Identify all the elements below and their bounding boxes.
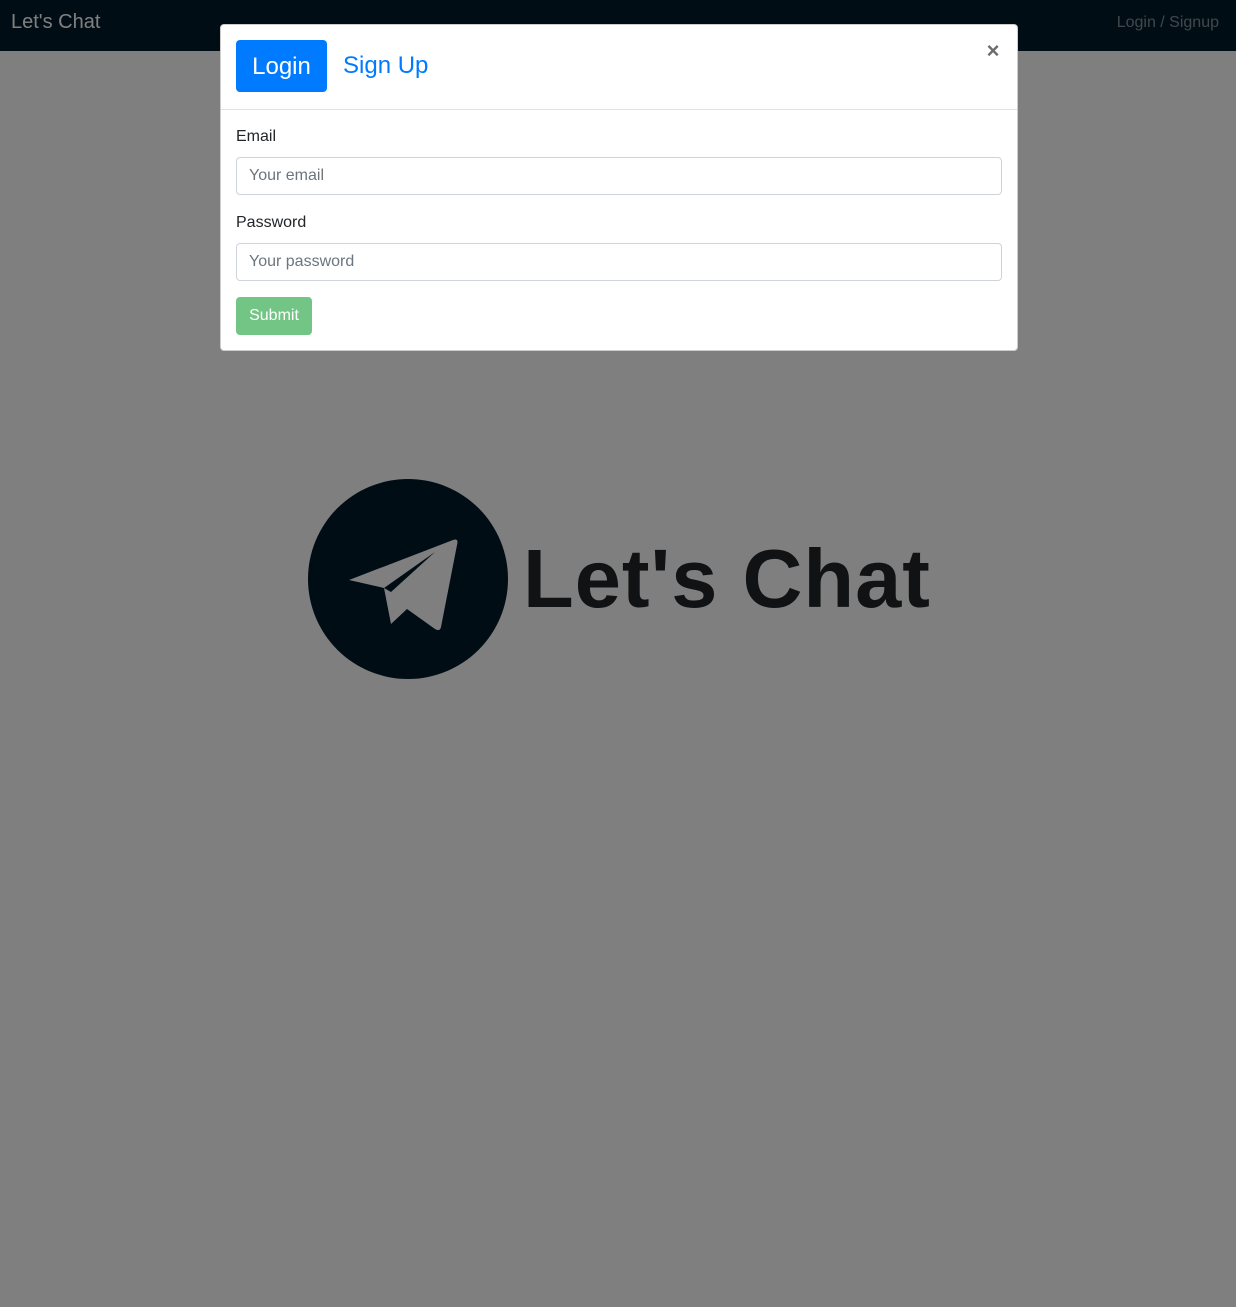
modal-header: Login Sign Up × <box>221 25 1017 110</box>
email-label: Email <box>236 128 277 145</box>
email-input[interactable] <box>236 157 1002 195</box>
login-tab[interactable]: Login <box>236 40 327 92</box>
signup-tab[interactable]: Sign Up <box>343 40 428 92</box>
password-input[interactable] <box>236 243 1002 281</box>
submit-button[interactable]: Submit <box>236 297 312 335</box>
login-modal: Login Sign Up × Email Password Submit <box>220 24 1018 351</box>
password-label: Password <box>236 214 307 231</box>
close-icon[interactable]: × <box>983 39 1003 63</box>
